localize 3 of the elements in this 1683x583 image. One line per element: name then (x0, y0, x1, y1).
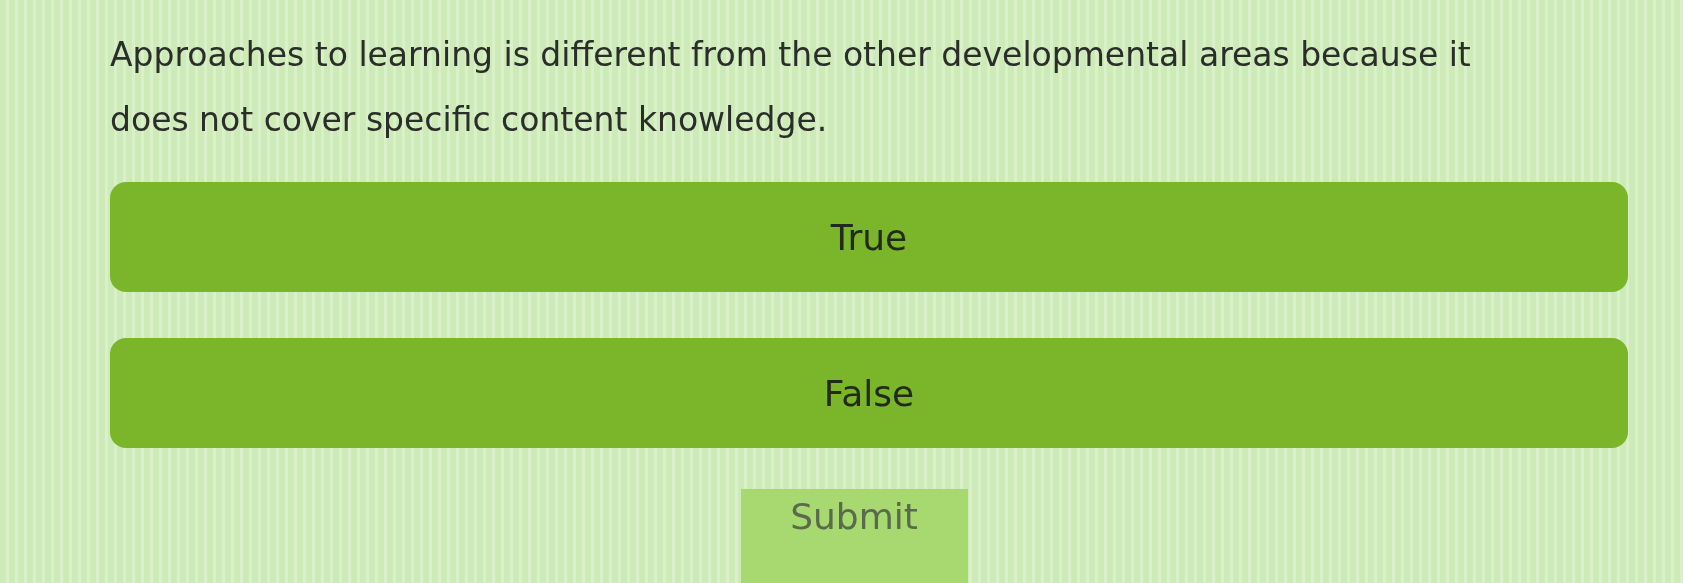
question-text: Approaches to learning is different from the other developmental areas because it does not cover specific content knowledge. (110, 34, 1472, 141)
answer-option[interactable]: True (110, 182, 1628, 292)
answer-option[interactable]: False (110, 338, 1628, 448)
